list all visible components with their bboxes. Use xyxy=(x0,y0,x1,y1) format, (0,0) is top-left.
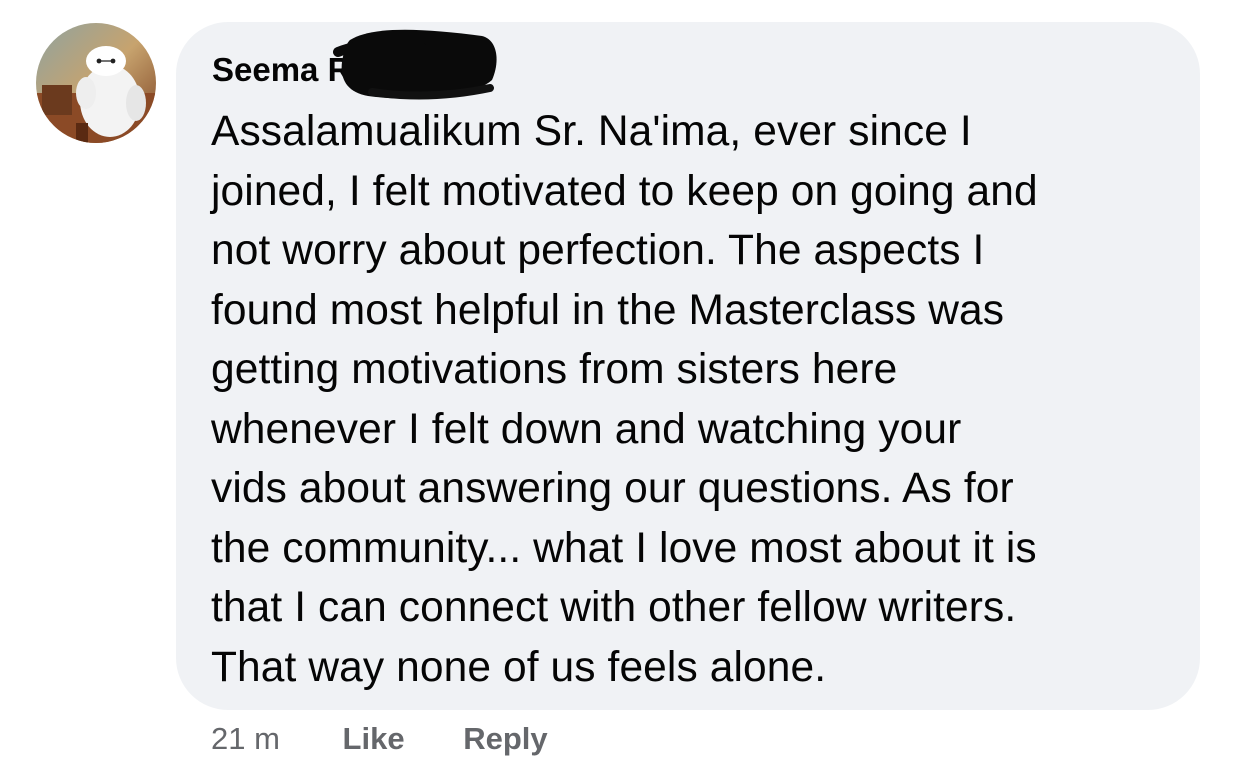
comment-line: the community... what I love most about … xyxy=(211,524,1037,572)
comment-line: whenever I felt down and watching your xyxy=(211,405,962,453)
redaction-scribble xyxy=(333,29,497,100)
comment-text: Assalamualikum Sr. Na'ima, ever since I … xyxy=(211,102,1191,697)
comment-line: joined, I felt motivated to keep on goin… xyxy=(211,167,1038,215)
avatar[interactable] xyxy=(36,23,156,143)
reply-button[interactable]: Reply xyxy=(463,721,547,756)
comment-timestamp[interactable]: 21 m xyxy=(211,721,280,756)
comment-line: Assalamualikum Sr. Na'ima, ever since I xyxy=(211,108,972,155)
comment-line: vids about answering our questions. As f… xyxy=(211,465,1014,512)
comment-actions: 21 m Like Reply xyxy=(211,719,548,759)
cartoon-robot-avatar-icon xyxy=(36,23,156,143)
like-button[interactable]: Like xyxy=(343,721,405,756)
comment-line: That way none of us feels alone. xyxy=(211,643,827,691)
comment-line: getting motivations from sisters here xyxy=(211,346,898,393)
comment-line: not worry about perfection. The aspects … xyxy=(211,227,985,274)
comment-line: found most helpful in the Masterclass wa… xyxy=(211,286,1005,334)
comment-line: that I can connect with other fellow wri… xyxy=(211,584,1017,631)
comment-bubble: Seema Reads Assalamualikum Sr. Na'ima, e… xyxy=(176,22,1200,710)
